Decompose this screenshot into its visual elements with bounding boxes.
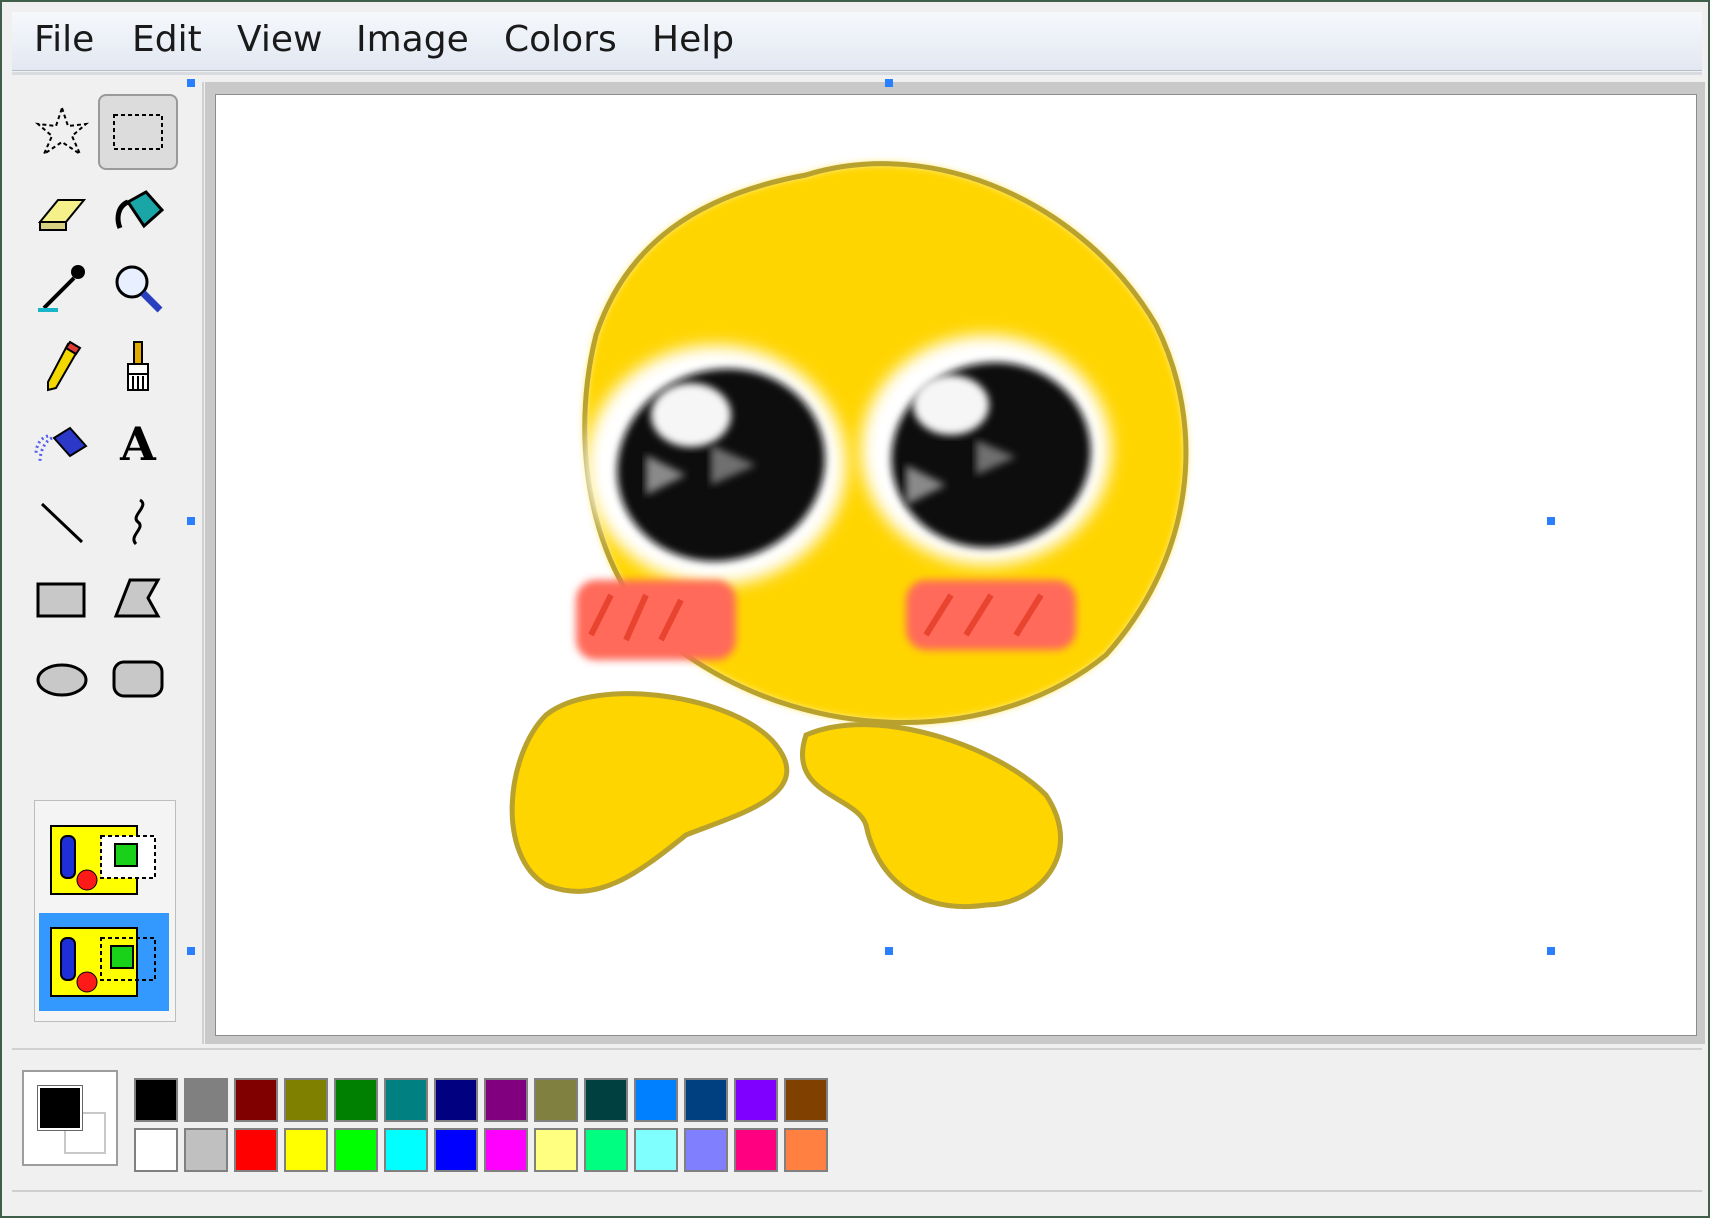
line-icon xyxy=(40,502,84,544)
polygon-tool[interactable] xyxy=(98,562,178,638)
magnifier-icon xyxy=(115,265,163,313)
rect-select-icon xyxy=(113,114,163,150)
palette-swatch[interactable] xyxy=(184,1078,228,1122)
paint-window: File Edit View Image Colors Help A xyxy=(0,0,1710,1218)
palette-swatch[interactable] xyxy=(684,1128,728,1172)
resize-handle[interactable] xyxy=(187,947,195,955)
resize-handle[interactable] xyxy=(1547,517,1555,525)
ellipse-tool[interactable] xyxy=(22,640,102,716)
polygon-icon xyxy=(113,578,161,618)
free-form-select-tool[interactable] xyxy=(22,94,102,170)
rectangle-icon xyxy=(36,582,86,618)
brush-tool[interactable] xyxy=(98,328,178,404)
palette-swatch[interactable] xyxy=(334,1078,378,1122)
palette-swatch[interactable] xyxy=(784,1128,828,1172)
palette-swatch[interactable] xyxy=(134,1128,178,1172)
pencil-icon xyxy=(47,340,82,392)
palette-swatch[interactable] xyxy=(684,1078,728,1122)
palette-swatch[interactable] xyxy=(284,1128,328,1172)
palette-swatch[interactable] xyxy=(384,1128,428,1172)
line-tool[interactable] xyxy=(22,484,102,560)
drawing-canvas[interactable] xyxy=(215,94,1697,1036)
text-tool[interactable]: A xyxy=(98,406,178,482)
airbrush-icon xyxy=(34,426,88,463)
menu-view[interactable]: View xyxy=(231,20,328,60)
fill-bucket-tool[interactable] xyxy=(98,172,178,248)
opaque-selection-icon xyxy=(50,825,156,895)
pencil-tool[interactable] xyxy=(22,328,102,404)
curve-tool[interactable] xyxy=(98,484,178,560)
toolbox: A xyxy=(12,82,204,1044)
menu-file[interactable]: File xyxy=(28,20,100,60)
palette-swatch[interactable] xyxy=(784,1078,828,1122)
opaque-selection-option[interactable] xyxy=(39,811,169,909)
eraser-tool[interactable] xyxy=(22,172,102,248)
free-form-select-icon xyxy=(34,104,90,157)
eraser-icon xyxy=(37,199,87,231)
resize-handle[interactable] xyxy=(187,517,195,525)
menu-separator xyxy=(12,72,1702,75)
color-palette xyxy=(12,1048,1702,1190)
rectangle-tool[interactable] xyxy=(22,562,102,638)
palette-swatch[interactable] xyxy=(534,1128,578,1172)
palette-swatch[interactable] xyxy=(134,1078,178,1122)
palette-swatch[interactable] xyxy=(234,1128,278,1172)
palette-swatch[interactable] xyxy=(334,1128,378,1172)
magnifier-tool[interactable] xyxy=(98,250,178,326)
palette-swatch[interactable] xyxy=(584,1128,628,1172)
emoji-drawing xyxy=(509,161,1189,909)
palette-swatch[interactable] xyxy=(534,1078,578,1122)
palette-swatch[interactable] xyxy=(284,1078,328,1122)
color-picker-icon xyxy=(38,265,85,312)
fill-bucket-icon xyxy=(115,190,165,229)
resize-handle[interactable] xyxy=(1547,947,1555,955)
palette-swatch[interactable] xyxy=(384,1078,428,1122)
palette-swatch[interactable] xyxy=(234,1078,278,1122)
resize-handle[interactable] xyxy=(885,947,893,955)
brush-icon xyxy=(127,341,149,391)
menu-bar: File Edit View Image Colors Help xyxy=(12,12,1702,71)
resize-handle[interactable] xyxy=(187,79,195,87)
transparent-selection-option[interactable] xyxy=(39,913,169,1011)
menu-image[interactable]: Image xyxy=(350,20,475,60)
palette-swatch[interactable] xyxy=(734,1078,778,1122)
palette-swatch[interactable] xyxy=(484,1078,528,1122)
curve-icon xyxy=(132,498,145,546)
menu-help[interactable]: Help xyxy=(646,20,740,60)
palette-swatch[interactable] xyxy=(184,1128,228,1172)
palette-swatch[interactable] xyxy=(584,1078,628,1122)
foreground-color[interactable] xyxy=(37,1085,83,1131)
color-picker-tool[interactable] xyxy=(22,250,102,326)
status-bar xyxy=(12,1190,1702,1214)
selection-options xyxy=(34,800,176,1022)
menu-edit[interactable]: Edit xyxy=(126,20,208,60)
current-colors xyxy=(22,1070,118,1166)
palette-swatch[interactable] xyxy=(434,1128,478,1172)
rounded-rect-tool[interactable] xyxy=(98,640,178,716)
palette-swatch[interactable] xyxy=(484,1128,528,1172)
menu-colors[interactable]: Colors xyxy=(498,20,623,60)
palette-swatch[interactable] xyxy=(734,1128,778,1172)
airbrush-tool[interactable] xyxy=(22,406,102,482)
text-tool-icon: A xyxy=(120,417,156,471)
transparent-selection-icon xyxy=(50,927,156,997)
palette-swatch[interactable] xyxy=(434,1078,478,1122)
palette-swatch[interactable] xyxy=(634,1128,678,1172)
rect-select-tool[interactable] xyxy=(98,94,178,170)
ellipse-icon xyxy=(36,663,88,697)
resize-handle[interactable] xyxy=(885,79,893,87)
rounded-rect-icon xyxy=(112,660,164,698)
palette-swatch[interactable] xyxy=(634,1078,678,1122)
